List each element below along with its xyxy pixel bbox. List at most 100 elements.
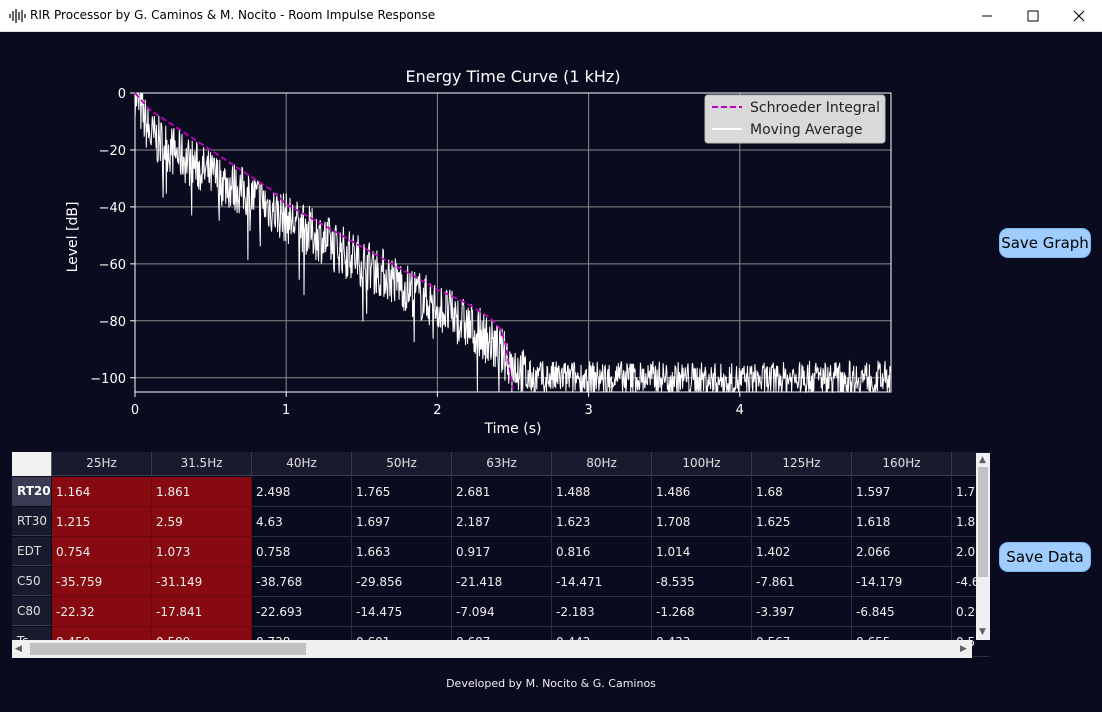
row-header[interactable]: EDT	[12, 537, 51, 566]
table-cell[interactable]: 1.488	[552, 477, 652, 507]
waveform-icon	[9, 9, 26, 23]
table-cell[interactable]: -8.535	[652, 567, 752, 597]
column-header[interactable]: 80Hz	[552, 452, 652, 476]
maximize-button[interactable]	[1010, 0, 1056, 31]
table-cell[interactable]: -3.397	[752, 597, 852, 627]
table-cell[interactable]: 1.215	[52, 507, 152, 537]
table-cell[interactable]: 1.164	[52, 477, 152, 507]
column-header[interactable]: 50Hz	[352, 452, 452, 476]
close-button[interactable]	[1056, 0, 1102, 31]
table-cell[interactable]: 1.014	[652, 537, 752, 567]
y-axis-label: Level [dB]	[65, 202, 81, 273]
y-tick-label: −80	[99, 315, 126, 330]
vertical-scrollbar[interactable]: ▲ ▼	[976, 453, 990, 640]
table-cell[interactable]: -7.094	[452, 597, 552, 627]
x-tick-label: 0	[131, 403, 139, 418]
legend-label-schroeder: Schroeder Integral	[750, 100, 880, 116]
table-cell[interactable]: 1.697	[352, 507, 452, 537]
table-cell[interactable]: -14.475	[352, 597, 452, 627]
table-cell[interactable]: 0.758	[252, 537, 352, 567]
table-cell[interactable]: 1.625	[752, 507, 852, 537]
column-header[interactable]: 25Hz	[52, 452, 152, 476]
maximize-icon	[1027, 10, 1039, 21]
scroll-down-icon[interactable]: ▼	[979, 627, 986, 637]
horizontal-scrollbar[interactable]: ◀ ▶	[12, 640, 972, 658]
table-cell[interactable]: -38.768	[252, 567, 352, 597]
save-data-button[interactable]: Save Data	[999, 542, 1091, 572]
vertical-scroll-thumb[interactable]	[978, 467, 988, 577]
x-axis-label: Time (s)	[484, 421, 542, 437]
table-cell[interactable]: 1.073	[152, 537, 252, 567]
table-cell[interactable]: -17.841	[152, 597, 252, 627]
table-cell[interactable]: 1.765	[352, 477, 452, 507]
minimize-icon	[982, 15, 992, 16]
table-cell[interactable]: 1.597	[852, 477, 952, 507]
row-header[interactable]: RT20	[12, 477, 51, 506]
horizontal-scroll-thumb[interactable]	[30, 643, 306, 655]
column-header[interactable]: 125Hz	[752, 452, 852, 476]
table-cell[interactable]: -21.418	[452, 567, 552, 597]
table-cell[interactable]: 4.63	[252, 507, 352, 537]
table-cell[interactable]: 1.663	[352, 537, 452, 567]
table-cell[interactable]: -14.179	[852, 567, 952, 597]
main-window: Energy Time Curve (1 kHz) 0 1 2 3 4 0 −20 −40 −6…	[1, 32, 1101, 711]
window-title: RIR Processor by G. Caminos & M. Nocito …	[30, 8, 436, 22]
chart-title: Energy Time Curve (1 kHz)	[405, 67, 620, 86]
minimize-button[interactable]	[964, 0, 1010, 31]
table-cell[interactable]: 0.917	[452, 537, 552, 567]
y-tick-label: 0	[118, 87, 126, 102]
column-header[interactable]: 40Hz	[252, 452, 352, 476]
table-cell[interactable]: 1.618	[852, 507, 952, 537]
table-cell[interactable]: 2.498	[252, 477, 352, 507]
x-tick-label: 3	[584, 403, 592, 418]
table-cell[interactable]: -14.471	[552, 567, 652, 597]
table-cell[interactable]: 2.066	[852, 537, 952, 567]
x-tick-label: 1	[282, 403, 290, 418]
table-cell[interactable]: 1.402	[752, 537, 852, 567]
table-cell[interactable]: 0.816	[552, 537, 652, 567]
table-cell[interactable]: 1.623	[552, 507, 652, 537]
table-cell[interactable]: 1.708	[652, 507, 752, 537]
table-cell[interactable]: 2.187	[452, 507, 552, 537]
table-cell[interactable]: -22.32	[52, 597, 152, 627]
x-tick-label: 4	[736, 403, 744, 418]
y-tick-label: −20	[99, 144, 126, 159]
x-tick-label: 2	[433, 403, 441, 418]
scroll-right-icon[interactable]: ▶	[960, 644, 967, 654]
table-cell[interactable]: -7.861	[752, 567, 852, 597]
title-bar: RIR Processor by G. Caminos & M. Nocito …	[0, 0, 1102, 32]
table-cell[interactable]: 2.681	[452, 477, 552, 507]
column-header[interactable]: 160Hz	[852, 452, 952, 476]
scroll-up-icon[interactable]: ▲	[979, 455, 986, 465]
table-cell[interactable]: -31.149	[152, 567, 252, 597]
scroll-left-icon[interactable]: ◀	[15, 644, 22, 654]
results-table[interactable]: 25Hz 31.5Hz 40Hz 50Hz 63Hz 80Hz 100Hz 125Hz 160H…	[12, 452, 989, 659]
table-cell[interactable]: 1.68	[752, 477, 852, 507]
legend-label-moving-average: Moving Average	[750, 122, 863, 138]
table-cell[interactable]: -6.845	[852, 597, 952, 627]
save-graph-button[interactable]: Save Graph	[999, 228, 1091, 258]
table-cell[interactable]: 0.754	[52, 537, 152, 567]
table-cell[interactable]: -22.693	[252, 597, 352, 627]
chart-legend: Schroeder Integral Moving Average	[704, 94, 886, 144]
y-tick-label: −40	[99, 201, 126, 216]
column-header[interactable]: 63Hz	[452, 452, 552, 476]
table-cell[interactable]: 2.59	[152, 507, 252, 537]
column-header[interactable]: 31.5Hz	[152, 452, 252, 476]
table-cell[interactable]: -2.183	[552, 597, 652, 627]
table-cell[interactable]: -1.268	[652, 597, 752, 627]
y-tick-label: −100	[90, 372, 126, 387]
table-cell[interactable]: -29.856	[352, 567, 452, 597]
table-corner-button[interactable]	[12, 452, 52, 476]
row-header[interactable]: C50	[12, 567, 51, 596]
column-header[interactable]: 100Hz	[652, 452, 752, 476]
table-cell[interactable]: 1.486	[652, 477, 752, 507]
close-icon	[1073, 10, 1085, 21]
energy-time-curve-chart: Energy Time Curve (1 kHz) 0 1 2 3 4 0 −20 −40 −6…	[65, 67, 892, 437]
table-cell[interactable]: -35.759	[52, 567, 152, 597]
footer-credits: Developed by M. Nocito & G. Caminos	[446, 677, 656, 690]
table-cell[interactable]: 1.861	[152, 477, 252, 507]
row-header[interactable]: RT30	[12, 507, 51, 536]
table-header-row: 25Hz 31.5Hz 40Hz 50Hz 63Hz 80Hz 100Hz 125Hz 160H…	[12, 452, 989, 476]
row-header[interactable]: C80	[12, 597, 51, 626]
